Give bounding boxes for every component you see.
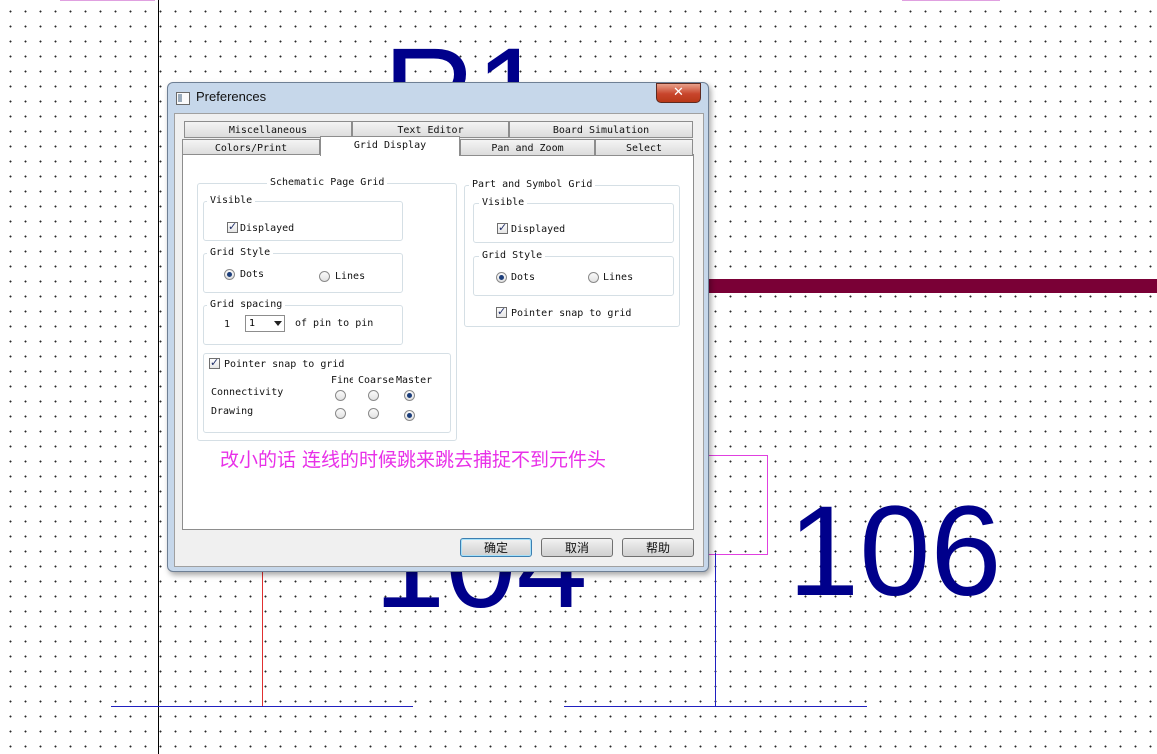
component-pin-right[interactable] <box>715 553 716 706</box>
schematic-lines-radio[interactable] <box>319 271 330 282</box>
grid-spacing-prefix: 1 <box>224 319 231 330</box>
drawing-master-radio[interactable] <box>404 410 415 421</box>
snap-column-coarse: Coarse <box>358 375 395 386</box>
tab-grid-display[interactable]: Grid Display <box>320 136 460 156</box>
chevron-down-icon <box>274 321 282 326</box>
schematic-page-grid-title: Schematic Page Grid <box>267 177 388 189</box>
window-icon <box>176 92 190 105</box>
part-dots-radio[interactable] <box>496 272 507 283</box>
wire-left[interactable] <box>111 706 413 707</box>
part-displayed-label: Displayed <box>511 224 566 235</box>
grid-spacing-suffix: of pin to pin <box>295 318 374 329</box>
grid-spacing-select-value: 1 <box>249 318 256 329</box>
connectivity-master-radio[interactable] <box>404 390 415 401</box>
part-visible-label: Visible <box>479 197 528 209</box>
part-displayed-checkbox[interactable] <box>497 221 508 234</box>
part-dots-label: Dots <box>511 272 536 283</box>
wire-right[interactable] <box>564 706 867 707</box>
dialog-title: Preferences <box>196 89 267 104</box>
connectivity-fine-radio[interactable] <box>335 390 346 401</box>
schematic-visible-label: Visible <box>207 195 256 207</box>
part-pointer-snap-checkbox[interactable] <box>496 305 507 318</box>
selection-edge-top-right <box>902 0 1000 1</box>
snap-column-master: Master <box>396 375 433 386</box>
close-button[interactable]: ✕ <box>656 83 701 103</box>
schematic-lines-label: Lines <box>335 271 366 282</box>
bus-wire[interactable] <box>700 279 1157 293</box>
ok-button[interactable]: 确定 <box>460 538 532 557</box>
component-pin-left[interactable] <box>262 570 263 706</box>
drawing-coarse-radio[interactable] <box>368 408 379 419</box>
page-border-line <box>158 0 159 754</box>
tab-panel-grid-display: Schematic Page Grid Visible Displayed Gr… <box>182 154 694 530</box>
schematic-grid-style-label: Grid Style <box>207 247 274 259</box>
drawing-fine-radio[interactable] <box>335 408 346 419</box>
schematic-displayed-label: Displayed <box>240 223 295 234</box>
user-annotation: 改小的话 连线的时候跳来跳去捕捉不到元件头 <box>220 449 607 471</box>
cancel-button[interactable]: 取消 <box>541 538 613 557</box>
schematic-displayed-checkbox[interactable] <box>227 220 238 233</box>
part-lines-label: Lines <box>603 272 634 283</box>
snap-column-fine: Fine <box>331 375 353 386</box>
snap-row-drawing: Drawing <box>211 406 254 417</box>
help-button[interactable]: 帮助 <box>622 538 694 557</box>
connectivity-coarse-radio[interactable] <box>368 390 379 401</box>
dialog-client-area: Miscellaneous Text Editor Board Simulati… <box>174 113 704 567</box>
snap-row-connectivity: Connectivity <box>211 387 284 398</box>
tab-select[interactable]: Select <box>595 139 693 156</box>
schematic-pointer-snap-checkbox[interactable] <box>209 356 220 369</box>
selection-edge-top-left <box>60 0 155 1</box>
schematic-dots-radio[interactable] <box>224 269 235 280</box>
preferences-dialog: Preferences ✕ Miscellaneous Text Editor … <box>167 82 709 572</box>
part-symbol-grid-title: Part and Symbol Grid <box>469 179 596 191</box>
schematic-pointer-snap-label: Pointer snap to grid <box>224 359 345 370</box>
part-lines-radio[interactable] <box>588 272 599 283</box>
component-value-106[interactable]: 106 <box>788 488 1002 616</box>
tab-board-simulation[interactable]: Board Simulation <box>509 121 693 138</box>
selection-rectangle <box>708 455 768 555</box>
tab-pan-and-zoom[interactable]: Pan and Zoom <box>460 139 595 156</box>
schematic-grid-spacing-label: Grid spacing <box>207 299 286 311</box>
dialog-title-bar[interactable]: Preferences ✕ <box>168 83 708 111</box>
part-pointer-snap-label: Pointer snap to grid <box>511 308 632 319</box>
grid-spacing-select[interactable]: 1 <box>245 315 285 332</box>
schematic-dots-label: Dots <box>240 269 265 280</box>
part-grid-style-label: Grid Style <box>479 250 546 262</box>
